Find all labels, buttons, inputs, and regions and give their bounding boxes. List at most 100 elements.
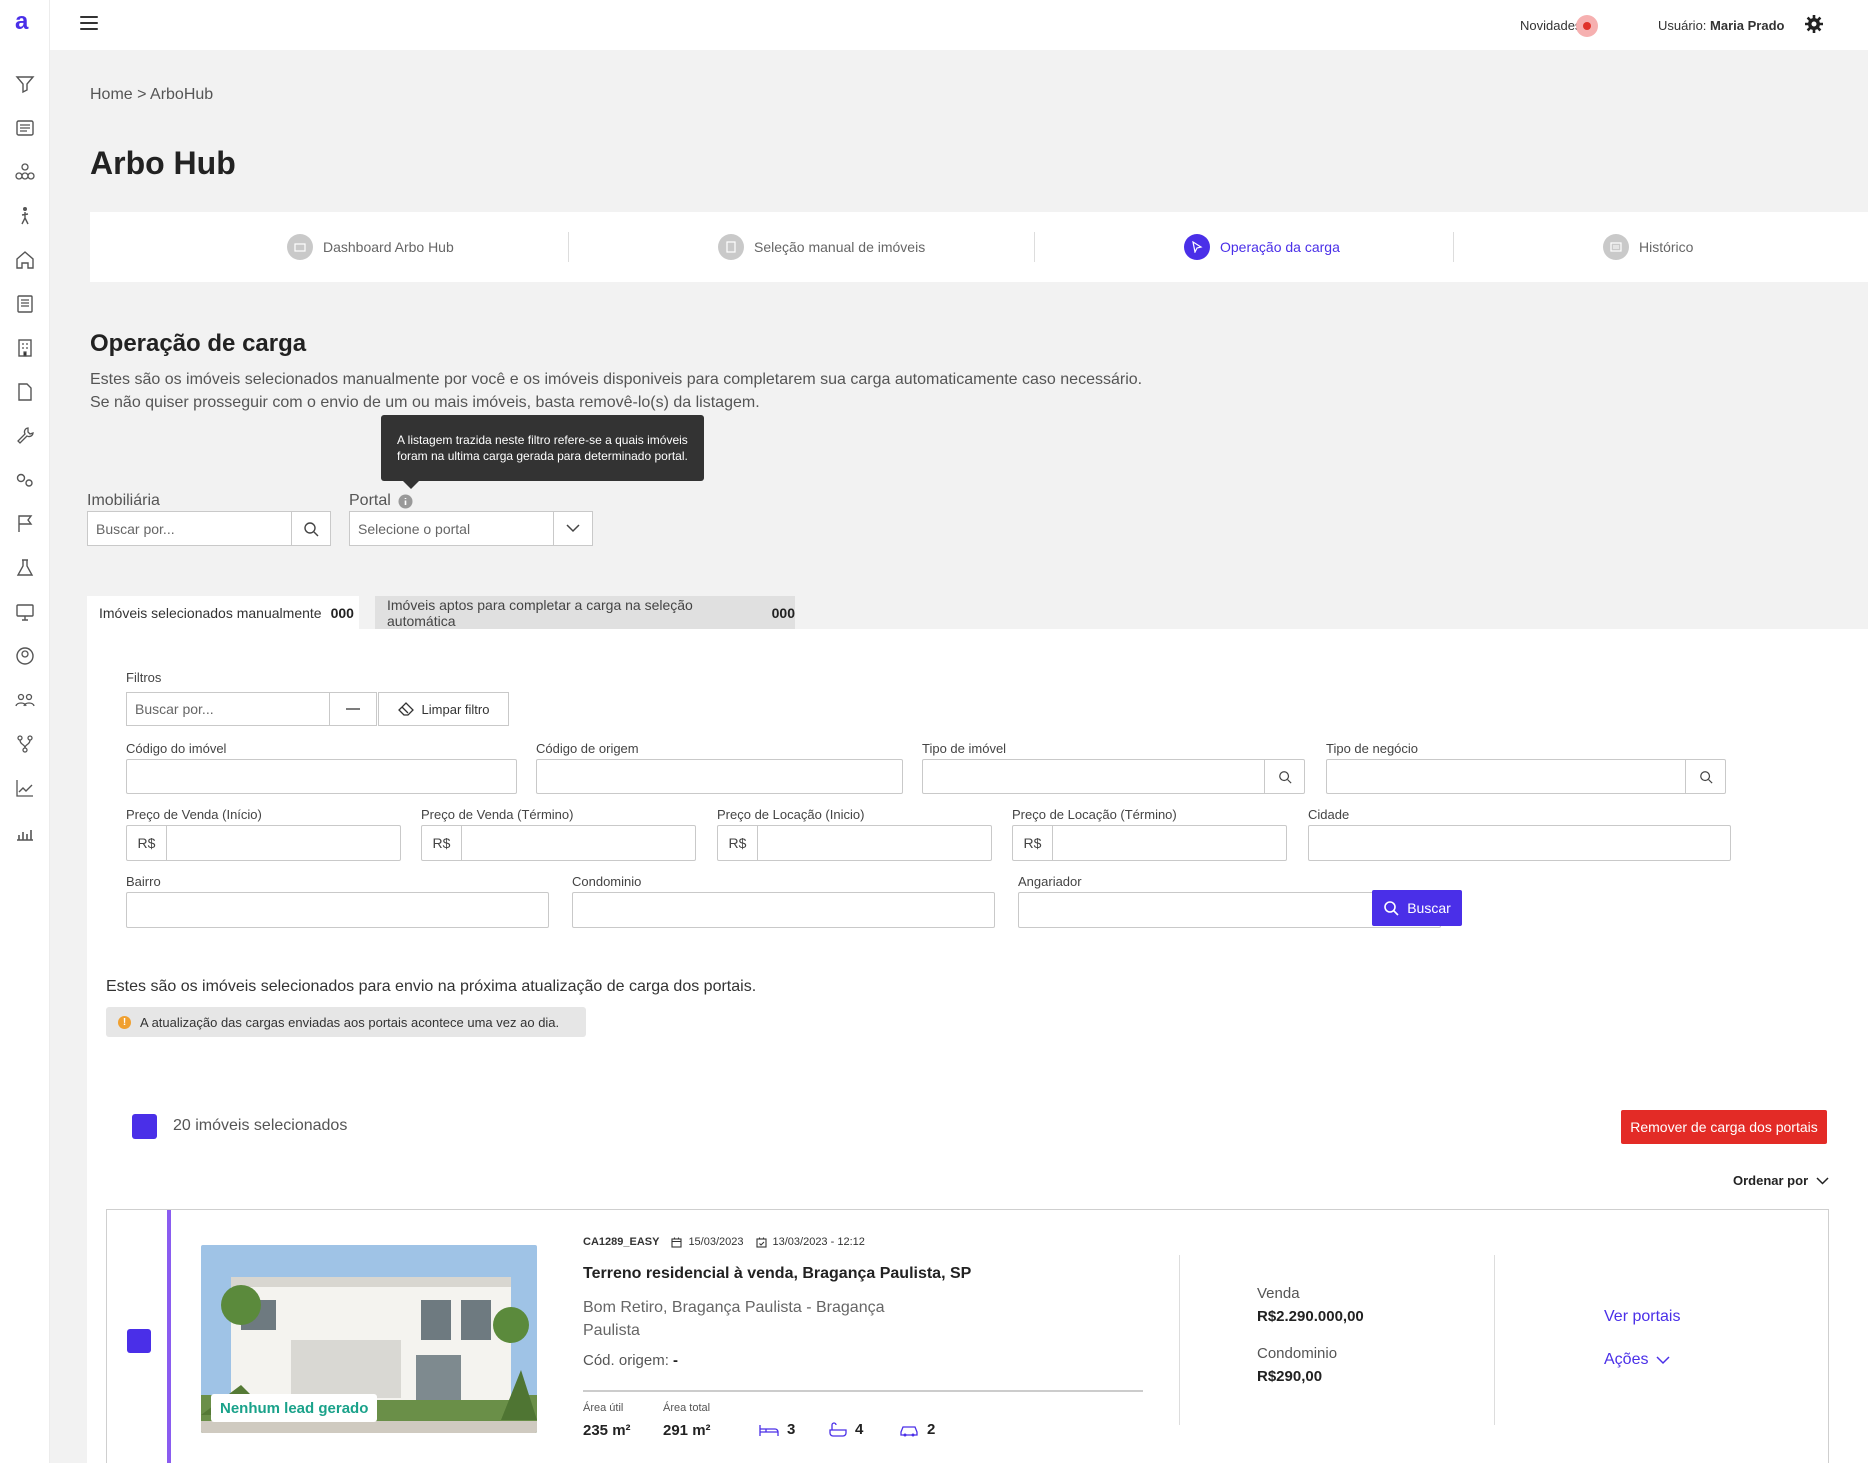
app-logo[interactable]: a	[15, 8, 28, 36]
network-icon[interactable]	[14, 161, 36, 183]
info-notice: ! A atualização das cargas enviadas aos …	[106, 1007, 586, 1037]
property-checkbox[interactable]	[127, 1329, 151, 1353]
notification-dot[interactable]	[1576, 15, 1598, 37]
bairro-label: Bairro	[126, 874, 161, 889]
section-description: Estes são os imóveis selecionados manual…	[90, 368, 1142, 414]
tab-label: Imóveis aptos para completar a carga na …	[387, 596, 693, 629]
menu-icon[interactable]	[80, 16, 98, 32]
gear-icon[interactable]	[1804, 14, 1824, 34]
preco-locacao-termino-input[interactable]: R$	[1012, 825, 1287, 861]
imobiliaria-search-input[interactable]: Buscar por...	[87, 511, 292, 546]
tab-label: Imóveis selecionados manualmente	[99, 604, 322, 621]
novidades-link[interactable]: Novidades	[1520, 18, 1581, 33]
property-title[interactable]: Terreno residencial à venda, Bragança Pa…	[583, 1265, 971, 1283]
cidade-input[interactable]	[1308, 825, 1731, 861]
car-icon	[900, 1425, 918, 1436]
acoes-dropdown[interactable]: Ações	[1604, 1351, 1670, 1369]
card-accent-bar	[167, 1210, 171, 1463]
select-all-checkbox[interactable]	[132, 1114, 157, 1139]
minus-icon	[346, 708, 360, 710]
branch-icon[interactable]	[14, 733, 36, 755]
imobiliaria-search-button[interactable]	[291, 511, 331, 546]
collapse-filter-button[interactable]	[329, 692, 377, 726]
flask-icon[interactable]	[14, 557, 36, 579]
acoes-label: Ações	[1604, 1351, 1649, 1368]
parking-value: 2	[927, 1421, 936, 1438]
chart-line-icon[interactable]	[14, 777, 36, 799]
date-created: 15/03/2023	[688, 1236, 744, 1248]
chart-bar-icon[interactable]	[14, 821, 36, 843]
bedrooms: 3	[759, 1421, 795, 1438]
user-info[interactable]: Usuário: Maria Prado	[1658, 18, 1784, 33]
gears-icon[interactable]	[14, 469, 36, 491]
codigo-origem-label: Código de origem	[536, 741, 639, 756]
description-line: Se não quiser prosseguir com o envio de …	[90, 394, 760, 411]
file-icon[interactable]	[14, 381, 36, 403]
card-separator	[1179, 1255, 1180, 1425]
home-icon[interactable]	[14, 249, 36, 271]
filter-search-input[interactable]: Buscar por...	[126, 692, 330, 726]
portal-dropdown-button[interactable]	[553, 511, 593, 546]
tipo-negocio-search-button[interactable]	[1685, 760, 1725, 793]
calendar-check-icon	[755, 1237, 767, 1248]
step-selecao-manual[interactable]: Seleção manual de imóveis	[718, 234, 925, 260]
tab-selecionados-manualmente[interactable]: Imóveis selecionados manualmente 000	[87, 596, 359, 629]
stepper: Dashboard Arbo Hub Seleção manual de imó…	[90, 212, 1868, 282]
property-card: Nenhum lead gerado CA1289_EASY 15/03/202…	[106, 1209, 1829, 1463]
breadcrumb[interactable]: Home > ArboHub	[90, 86, 213, 104]
area-util-value: 235 m²	[583, 1422, 631, 1439]
list-icon[interactable]	[14, 117, 36, 139]
condominio-price-value: R$290,00	[1257, 1368, 1323, 1385]
venda-label: Venda	[1257, 1285, 1300, 1302]
card-separator	[1494, 1255, 1495, 1425]
codigo-imovel-input[interactable]	[126, 759, 517, 794]
area-util-label: Área útil	[583, 1402, 624, 1414]
info-icon[interactable]	[398, 494, 413, 509]
preco-venda-inicio-input[interactable]: R$	[126, 825, 401, 861]
tipo-negocio-label: Tipo de negócio	[1326, 741, 1419, 756]
wrench-icon[interactable]	[14, 425, 36, 447]
filter-icon[interactable]	[14, 73, 36, 95]
currency-prefix: R$	[1013, 826, 1053, 860]
eraser-icon	[397, 702, 414, 716]
condominio-input[interactable]	[572, 892, 995, 928]
step-divider	[568, 232, 569, 262]
origin-value: -	[673, 1352, 679, 1369]
users-icon[interactable]	[14, 689, 36, 711]
step-label: Seleção manual de imóveis	[754, 239, 926, 255]
user-circle-icon[interactable]	[14, 645, 36, 667]
search-icon	[304, 521, 319, 536]
grid-icon	[287, 234, 313, 260]
chevron-down-icon	[1656, 1355, 1670, 1364]
sort-dropdown[interactable]: Ordenar por	[1733, 1173, 1829, 1188]
tipo-negocio-input[interactable]	[1326, 759, 1726, 794]
remove-from-portals-button[interactable]: Remover de carga dos portais	[1621, 1110, 1827, 1144]
step-historico[interactable]: Histórico	[1603, 234, 1693, 260]
condominio-label: Condominio	[572, 874, 642, 889]
tipo-imovel-search-button[interactable]	[1264, 760, 1304, 793]
preco-venda-termino-input[interactable]: R$	[421, 825, 696, 861]
document-list-icon[interactable]	[14, 293, 36, 315]
bairro-input[interactable]	[126, 892, 549, 928]
lead-badge: Nenhum lead gerado	[211, 1394, 378, 1422]
chevron-down-icon	[566, 524, 580, 533]
ver-portais-link[interactable]: Ver portais	[1604, 1308, 1680, 1326]
step-dashboard[interactable]: Dashboard Arbo Hub	[287, 234, 454, 260]
flag-icon[interactable]	[14, 513, 36, 535]
tipo-imovel-input[interactable]	[922, 759, 1305, 794]
bedrooms-value: 3	[787, 1421, 796, 1438]
portal-select[interactable]: Selecione o portal	[349, 511, 554, 546]
codigo-origem-input[interactable]	[536, 759, 903, 794]
monitor-icon[interactable]	[14, 601, 36, 623]
venda-value: R$2.290.000,00	[1257, 1308, 1364, 1325]
preco-venda-inicio-label: Preço de Venda (Início)	[126, 807, 262, 822]
tab-aptos-automatica[interactable]: Imóveis aptos para completar a carga na …	[375, 596, 795, 629]
building-icon[interactable]	[14, 337, 36, 359]
step-operacao-carga[interactable]: Operação da carga	[1184, 234, 1340, 260]
clear-filter-button[interactable]: Limpar filtro	[378, 692, 509, 726]
person-walking-icon[interactable]	[14, 205, 36, 227]
clear-filter-label: Limpar filtro	[421, 701, 490, 717]
sidebar: a	[0, 0, 50, 1463]
buscar-button[interactable]: Buscar	[1372, 890, 1462, 926]
preco-locacao-inicio-input[interactable]: R$	[717, 825, 992, 861]
